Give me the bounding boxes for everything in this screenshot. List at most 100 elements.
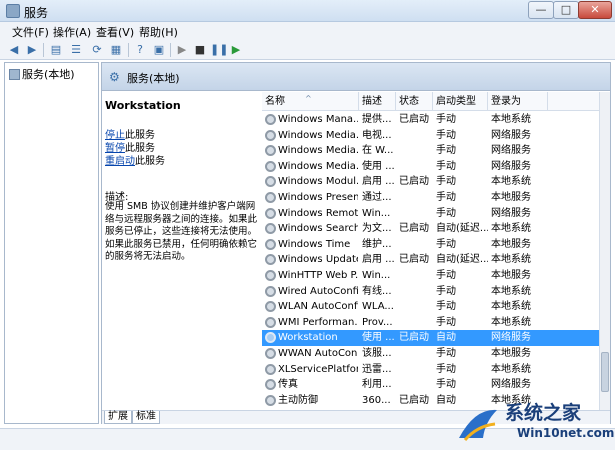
tree-item-services-local[interactable]: 服务(本地) <box>9 66 75 82</box>
stop-service-icon[interactable]: ■ <box>192 42 208 58</box>
watermark-text: 系统之家 <box>505 402 582 424</box>
service-logon-as: 本地服务 <box>491 238 531 250</box>
service-description: WLA... <box>362 301 394 313</box>
service-description: 在 W... <box>362 145 394 157</box>
vertical-scrollbar[interactable] <box>599 92 610 410</box>
service-name: Windows Time <box>278 238 351 250</box>
service-logon-as: 本地系统 <box>491 316 531 328</box>
service-status: 已启动 <box>399 114 429 125</box>
service-row[interactable]: Windows Media... 在 W... 手动 网络服务 <box>262 143 609 159</box>
service-logon-as: 本地服务 <box>491 348 531 359</box>
column-status[interactable]: 状态 <box>396 92 433 111</box>
service-name: 主动防御 <box>278 394 318 406</box>
service-row[interactable]: Wired AutoConfig 有线... 手动 本地系统 <box>262 284 609 300</box>
column-logon-as[interactable]: 登录为 <box>488 92 548 111</box>
forward-arrow-icon[interactable]: ▶ <box>24 42 40 58</box>
service-description: 该服... <box>362 348 392 359</box>
service-gear-icon <box>265 379 276 391</box>
console-tree-icon[interactable]: ▤ <box>48 42 64 58</box>
restart-service-icon[interactable]: ▶ <box>228 42 244 58</box>
service-row[interactable]: Windows Search 为文... 已启动 自动(延迟... 本地系统 <box>262 221 609 237</box>
help-icon[interactable]: ? <box>132 42 148 58</box>
list-view-icon[interactable]: ☰ <box>68 42 84 58</box>
toolbar-separator <box>43 43 44 57</box>
menu-action[interactable]: 操作(A) <box>53 24 91 40</box>
service-description: 通过... <box>362 192 392 203</box>
service-row[interactable]: Windows Presen... 通过... 手动 本地服务 <box>262 190 609 206</box>
service-gear-icon <box>265 332 276 344</box>
column-description[interactable]: 描述 <box>359 92 396 111</box>
service-logon-as: 网络服务 <box>491 207 531 219</box>
service-row[interactable]: Windows Mana... 提供... 已启动 手动 本地系统 <box>262 112 609 128</box>
main-header: ⚙ 服务(本地) <box>102 63 610 91</box>
service-gear-icon <box>265 394 276 406</box>
service-description: 使用 ... <box>362 332 395 344</box>
services-main-pane: ⚙ 服务(本地) Workstation 停止此服务 暂停此服务 重启动此服务 … <box>101 62 611 424</box>
service-row[interactable]: Workstation 使用 ... 已启动 自动 网络服务 <box>262 330 609 346</box>
service-row[interactable]: 传真 利用... 手动 网络服务 <box>262 377 609 393</box>
menu-help[interactable]: 帮助(H) <box>139 24 178 40</box>
service-gear-icon <box>265 348 276 359</box>
service-row[interactable]: Windows Time 维护... 手动 本地服务 <box>262 237 609 253</box>
column-name[interactable]: 名称 ^ <box>262 92 359 111</box>
service-gear-icon <box>265 207 276 219</box>
restart-link[interactable]: 重启动 <box>105 156 135 167</box>
back-arrow-icon[interactable]: ◀ <box>6 42 22 58</box>
column-startup-type[interactable]: 启动类型 <box>433 92 488 111</box>
service-gear-icon <box>265 254 276 266</box>
menu-bar: 文件(F) 操作(A) 查看(V) 帮助(H) <box>0 22 615 40</box>
menu-file[interactable]: 文件(F) <box>12 24 49 40</box>
service-row[interactable]: WMI Performan... Prov... 手动 本地系统 <box>262 315 609 331</box>
tab-extended[interactable]: 扩展 <box>104 411 132 424</box>
export-list-icon[interactable]: ▦ <box>108 42 124 58</box>
services-list: 名称 ^ 描述 状态 启动类型 登录为 Windows Mana... 提供... 已… <box>262 92 609 409</box>
service-name: XLServicePlatform <box>278 363 358 375</box>
service-row[interactable]: Windows Remot... Win... 手动 网络服务 <box>262 206 609 222</box>
service-description: 有线... <box>362 285 392 297</box>
properties-icon[interactable]: ▣ <box>151 42 167 58</box>
service-row[interactable]: Windows Modul... 启用 ... 已启动 手动 本地系统 <box>262 174 609 190</box>
service-description: 维护... <box>362 238 392 250</box>
service-startup-type: 手动 <box>436 316 456 328</box>
service-row[interactable]: XLServicePlatform 迅雷... 手动 本地系统 <box>262 362 609 378</box>
service-description: 使用 ... <box>362 160 395 172</box>
pause-service-icon[interactable]: ❚❚ <box>210 42 228 58</box>
services-app-icon <box>6 4 20 18</box>
title-bar: 服务 — □ ✕ <box>0 0 615 22</box>
service-row[interactable]: Windows Media... 使用 ... 手动 网络服务 <box>262 159 609 175</box>
service-logon-as: 本地系统 <box>491 223 531 235</box>
service-details-panel: Workstation 停止此服务 暂停此服务 重启动此服务 描述: 使用 SM… <box>102 92 261 412</box>
service-description: Win... <box>362 270 391 281</box>
service-startup-type: 手动 <box>436 363 456 375</box>
close-button[interactable]: ✕ <box>578 1 612 19</box>
maximize-button[interactable]: □ <box>553 1 579 19</box>
column-header-row: 名称 ^ 描述 状态 启动类型 登录为 <box>262 92 609 111</box>
start-service-icon[interactable]: ▶ <box>174 42 190 58</box>
service-row[interactable]: Windows Update 启用 ... 已启动 自动(延迟... 本地系统 <box>262 252 609 268</box>
service-logon-as: 本地系统 <box>491 363 531 375</box>
service-name: WinHTTP Web P... <box>278 270 358 281</box>
service-row[interactable]: Windows Media... 电视... 手动 网络服务 <box>262 128 609 144</box>
service-logon-as: 网络服务 <box>491 379 531 391</box>
service-row[interactable]: WWAN AutoCon... 该服... 手动 本地服务 <box>262 346 609 362</box>
service-startup-type: 自动(延迟... <box>436 223 488 235</box>
service-startup-type: 手动 <box>436 192 456 203</box>
service-logon-as: 本地系统 <box>491 301 531 313</box>
service-startup-type: 手动 <box>436 129 456 141</box>
refresh-icon[interactable]: ⟳ <box>89 42 105 58</box>
service-gear-icon <box>265 301 276 313</box>
service-startup-type: 手动 <box>436 176 456 188</box>
service-row[interactable]: WinHTTP Web P... Win... 手动 本地服务 <box>262 268 609 284</box>
menu-view[interactable]: 查看(V) <box>96 24 134 40</box>
service-name: Wired AutoConfig <box>278 285 358 297</box>
minimize-button[interactable]: — <box>528 1 554 19</box>
service-gear-icon <box>265 160 276 172</box>
service-startup-type: 自动(延迟... <box>436 254 488 266</box>
service-logon-as: 本地服务 <box>491 270 531 281</box>
service-description: 电视... <box>362 129 392 141</box>
tab-standard[interactable]: 标准 <box>132 411 160 424</box>
service-row[interactable]: WLAN AutoConfig WLA... 手动 本地系统 <box>262 299 609 315</box>
scrollbar-thumb[interactable] <box>601 352 609 392</box>
service-name: WWAN AutoCon... <box>278 348 358 359</box>
service-gear-icon <box>265 129 276 141</box>
